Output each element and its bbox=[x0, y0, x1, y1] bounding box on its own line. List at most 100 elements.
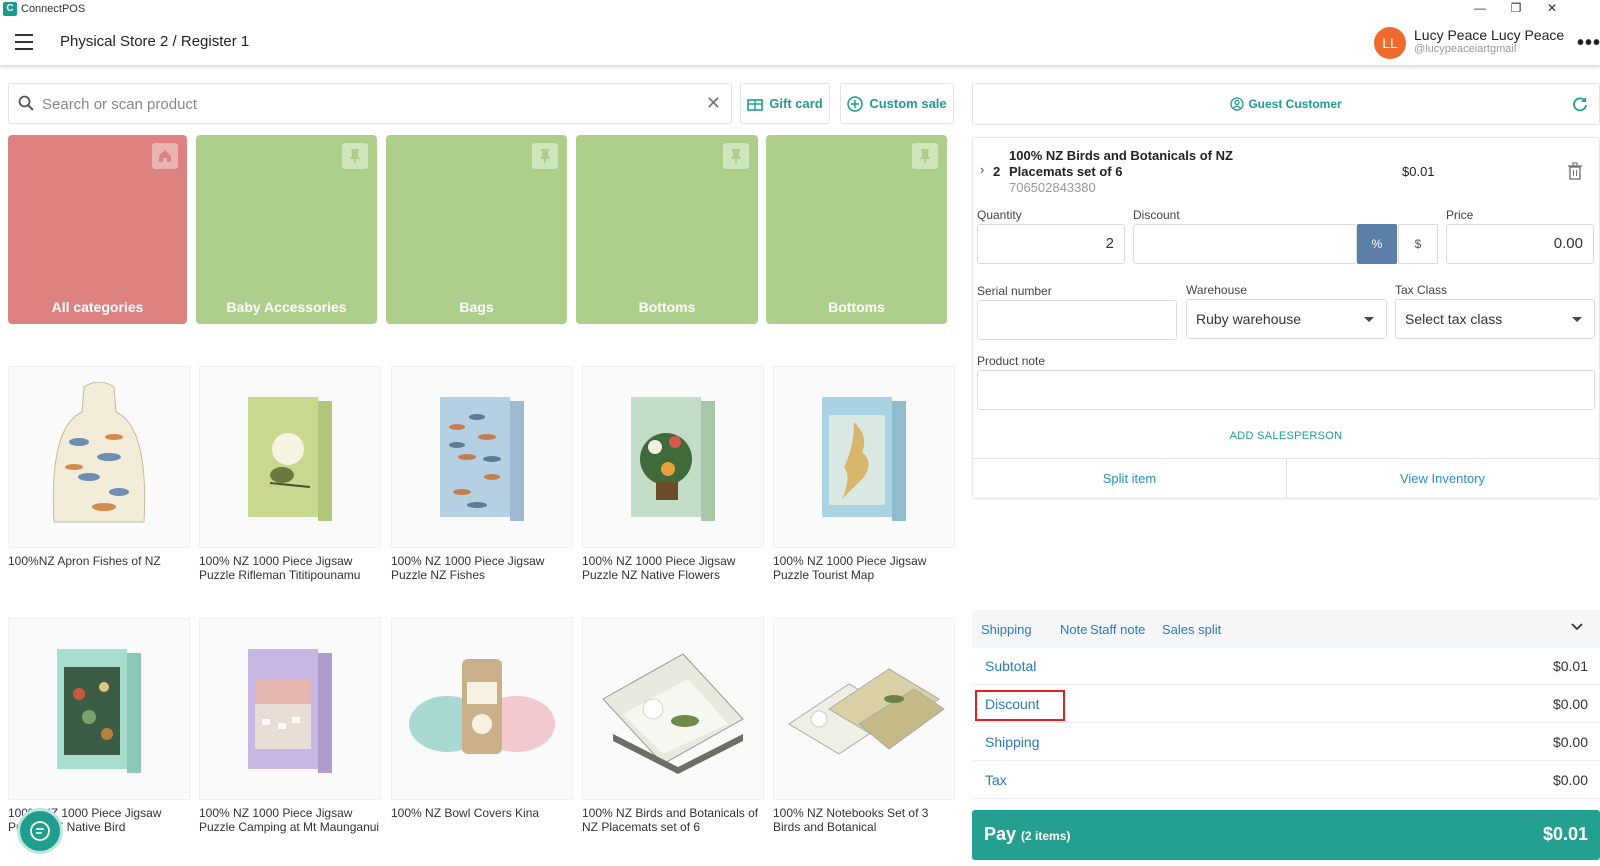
product-card[interactable]: 100% NZ Notebooks Set of 3 Birds and Bot… bbox=[773, 618, 955, 834]
plus-circle-icon bbox=[847, 95, 864, 112]
product-card[interactable]: 100% NZ 1000 Piece Jigsaw Puzzle NZ Fish… bbox=[391, 366, 573, 582]
refresh-icon[interactable] bbox=[1571, 95, 1589, 113]
warehouse-select[interactable]: Ruby warehouse bbox=[1186, 299, 1387, 339]
user-icon bbox=[1230, 97, 1244, 111]
order-totals: Subtotal $0.01 Discount $0.00 Shipping $… bbox=[972, 648, 1600, 800]
guest-customer-text: Guest Customer bbox=[1248, 97, 1342, 111]
product-card[interactable]: 100% NZ 1000 Piece Jigsaw Puzzle NZ Nati… bbox=[582, 366, 764, 582]
chevron-down-icon[interactable] bbox=[1570, 620, 1584, 634]
pay-button[interactable]: Pay (2 items) $0.01 bbox=[972, 810, 1600, 860]
caret-down-icon bbox=[1364, 317, 1374, 322]
close-window-button[interactable]: ✕ bbox=[1534, 0, 1570, 18]
search-icon bbox=[18, 95, 34, 111]
customer-selector[interactable]: Guest Customer bbox=[972, 83, 1600, 125]
dollar-toggle[interactable]: $ bbox=[1398, 224, 1438, 264]
trash-icon[interactable] bbox=[1567, 162, 1583, 180]
warehouse-value: Ruby warehouse bbox=[1196, 311, 1302, 327]
split-item-button[interactable]: Split item bbox=[973, 459, 1286, 500]
pay-amount: $0.01 bbox=[1542, 824, 1588, 844]
clear-search-icon[interactable]: ✕ bbox=[706, 94, 721, 112]
category-label: Bags bbox=[459, 299, 494, 315]
search-box: ✕ bbox=[8, 83, 732, 124]
tax-class-select[interactable]: Select tax class bbox=[1395, 299, 1595, 339]
product-note-field[interactable] bbox=[977, 370, 1595, 410]
product-card[interactable]: 100% NZ 1000 Piece Jigsaw Puzzle Riflema… bbox=[199, 366, 381, 582]
subtotal-label[interactable]: Subtotal bbox=[985, 658, 1036, 674]
discount-field[interactable] bbox=[1133, 224, 1357, 264]
home-icon bbox=[152, 143, 178, 169]
tax-total-label[interactable]: Tax bbox=[985, 772, 1007, 788]
product-image bbox=[8, 618, 190, 800]
category-label: All categories bbox=[51, 299, 144, 315]
category-all[interactable]: All categories bbox=[8, 135, 187, 324]
gift-card-icon bbox=[747, 98, 764, 111]
user-name: Lucy Peace Lucy Peace bbox=[1414, 27, 1565, 43]
category-baby-accessories[interactable]: Baby Accessories bbox=[196, 135, 377, 324]
tab-sales-split[interactable]: Sales split bbox=[1162, 622, 1221, 637]
product-card[interactable]: 100% NZ Birds and Botanicals of NZ Place… bbox=[582, 618, 764, 834]
category-bottoms[interactable]: Bottoms bbox=[576, 135, 758, 324]
pin-icon bbox=[912, 143, 938, 169]
product-name: 100% NZ Birds and Botanicals of NZ Place… bbox=[582, 806, 759, 834]
product-note-label: Product note bbox=[977, 354, 1046, 368]
search-input[interactable] bbox=[42, 92, 682, 116]
product-card[interactable]: 100% NZ 1000 Piece Jigsaw Puzzle NZ Nati… bbox=[8, 618, 190, 834]
product-image bbox=[199, 618, 381, 800]
tab-staff-note[interactable]: Staff note bbox=[1090, 622, 1145, 637]
product-card[interactable]: 100% NZ 1000 Piece Jigsaw Puzzle Camping… bbox=[199, 618, 381, 834]
product-card[interactable]: 100%NZ Apron Fishes of NZ bbox=[8, 366, 190, 568]
product-name: 100% NZ Notebooks Set of 3 Birds and Bot… bbox=[773, 806, 929, 834]
product-image bbox=[391, 618, 573, 800]
item-price: $0.01 bbox=[1402, 164, 1435, 179]
more-options-icon[interactable]: ••• bbox=[1577, 32, 1600, 55]
serial-number-label: Serial number bbox=[977, 284, 1052, 298]
product-image bbox=[582, 366, 764, 548]
quantity-field[interactable]: 2 bbox=[977, 224, 1125, 264]
chevron-right-icon[interactable]: › bbox=[980, 162, 984, 177]
discount-label: Discount bbox=[1133, 208, 1180, 222]
restore-button[interactable]: ❐ bbox=[1498, 0, 1534, 18]
subtotal-value: $0.01 bbox=[1552, 658, 1588, 674]
serial-number-field[interactable] bbox=[977, 300, 1177, 340]
product-image bbox=[8, 366, 190, 548]
product-image bbox=[773, 618, 955, 800]
product-card[interactable]: 100% NZ Bowl Covers Kina bbox=[391, 618, 573, 820]
view-inventory-button[interactable]: View Inventory bbox=[1286, 459, 1599, 500]
category-bags[interactable]: Bags bbox=[386, 135, 567, 324]
warehouse-label: Warehouse bbox=[1186, 283, 1247, 297]
custom-sale-button[interactable]: Custom sale bbox=[840, 83, 954, 124]
avatar[interactable]: LL bbox=[1374, 27, 1406, 59]
category-label: Bottoms bbox=[638, 299, 696, 315]
user-email: @lucypeaceiartgmail bbox=[1414, 43, 1517, 55]
customer-label: Guest Customer bbox=[973, 97, 1599, 111]
product-card[interactable]: 100% NZ 1000 Piece Jigsaw Puzzle Tourist… bbox=[773, 366, 955, 582]
menu-icon[interactable] bbox=[15, 34, 33, 50]
category-bottoms-2[interactable]: Bottoms bbox=[766, 135, 947, 324]
app-title: ConnectPOS bbox=[21, 3, 86, 15]
discount-total-value: $0.00 bbox=[1552, 696, 1588, 712]
totals-row-discount: Discount $0.00 bbox=[972, 686, 1600, 723]
chat-button[interactable] bbox=[17, 808, 63, 854]
category-label: Bottoms bbox=[828, 299, 885, 315]
product-image bbox=[773, 366, 955, 548]
product-name: 100%NZ Apron Fishes of NZ bbox=[8, 554, 161, 568]
price-field[interactable]: 0.00 bbox=[1446, 224, 1594, 264]
item-quantity-badge: 2 bbox=[993, 164, 1001, 179]
tab-shipping[interactable]: Shipping bbox=[981, 622, 1032, 637]
tab-note[interactable]: Note bbox=[1060, 622, 1087, 637]
percent-toggle[interactable]: % bbox=[1357, 224, 1397, 264]
pin-icon bbox=[532, 143, 558, 169]
app-logo-icon: C bbox=[3, 2, 17, 16]
discount-total-label[interactable]: Discount bbox=[985, 696, 1039, 712]
tax-class-value: Select tax class bbox=[1405, 311, 1503, 327]
minimize-button[interactable]: — bbox=[1462, 0, 1498, 18]
pin-icon bbox=[723, 143, 749, 169]
product-image bbox=[582, 618, 764, 800]
shipping-total-label[interactable]: Shipping bbox=[985, 734, 1040, 750]
quantity-label: Quantity bbox=[977, 208, 1022, 222]
order-options-bar: Shipping Note Staff note Sales split bbox=[972, 610, 1600, 648]
tax-class-label: Tax Class bbox=[1395, 283, 1448, 297]
add-salesperson-button[interactable]: ADD SALESPERSON bbox=[973, 430, 1599, 442]
item-name: 100% NZ Birds and Botanicals of NZ Place… bbox=[1009, 148, 1233, 179]
gift-card-button[interactable]: Gift card bbox=[740, 83, 830, 124]
